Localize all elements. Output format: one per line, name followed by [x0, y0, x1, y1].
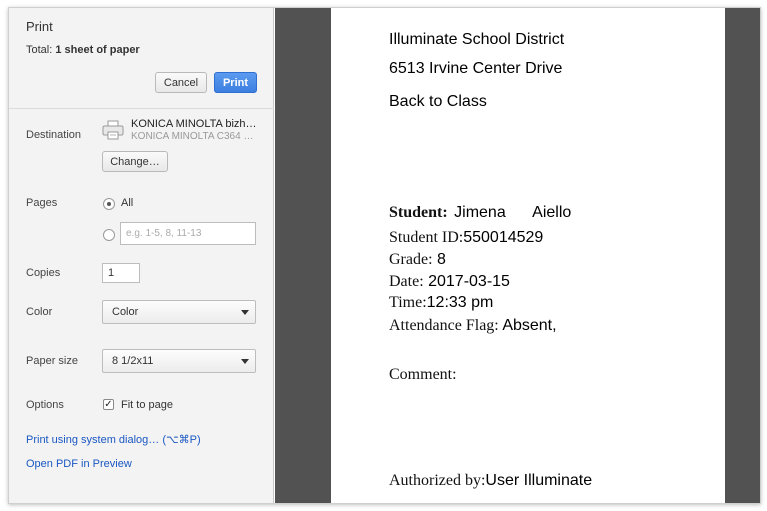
authorized-line: Authorized by:User Illuminate: [389, 472, 592, 490]
copies-input[interactable]: [102, 263, 140, 283]
date-value: 2017-03-15: [428, 273, 510, 290]
total-value: 1 sheet of paper: [55, 44, 140, 56]
student-id-label: Student ID:: [389, 229, 464, 246]
time-value: 12:33 pm: [426, 294, 494, 311]
pages-label: Pages: [26, 197, 58, 209]
date-line: Date: 2017-03-15: [389, 273, 510, 291]
pages-all-radio[interactable]: [103, 198, 115, 210]
attendance-flag-label: Attendance Flag:: [389, 317, 499, 334]
paper-size-select-value: 8 1/2x11: [112, 355, 154, 367]
printer-model: KONICA MINOLTA C364 …: [131, 131, 254, 142]
comment-line: Comment:: [389, 366, 457, 384]
attendance-flag-value: Absent,: [502, 317, 557, 334]
pages-all-label: All: [121, 197, 134, 209]
pages-custom-radio[interactable]: [103, 229, 115, 241]
preview-page: Illuminate School District 6513 Irvine C…: [331, 8, 725, 503]
student-id-value: 550014529: [463, 229, 544, 246]
dialog-title: Print: [26, 19, 53, 34]
chevron-down-icon: [241, 359, 249, 364]
student-label: Student:: [389, 204, 448, 221]
authorized-value: User Illuminate: [485, 472, 593, 489]
printer-name: KONICA MINOLTA bizh…: [131, 118, 257, 130]
print-header: Print Total: 1 sheet of paper Cancel Pri…: [9, 8, 274, 109]
comment-label: Comment:: [389, 366, 457, 383]
grade-line: Grade: 8: [389, 251, 446, 269]
print-preview: Illuminate School District 6513 Irvine C…: [275, 8, 760, 503]
time-label: Time:: [389, 294, 427, 311]
print-dialog-window: Print Total: 1 sheet of paper Cancel Pri…: [8, 7, 761, 504]
authorized-label: Authorized by:: [389, 472, 486, 489]
fit-to-page-label: Fit to page: [121, 399, 173, 411]
color-label: Color: [26, 306, 53, 318]
attendance-flag-line: Attendance Flag: Absent,: [389, 317, 557, 335]
time-line: Time:12:33 pm: [389, 294, 493, 312]
destination-label: Destination: [26, 129, 82, 141]
total-prefix: Total:: [26, 44, 56, 56]
print-settings-panel: Print Total: 1 sheet of paper Cancel Pri…: [9, 8, 274, 503]
cancel-button[interactable]: Cancel: [155, 72, 207, 93]
paper-size-select[interactable]: 8 1/2x11: [102, 349, 256, 373]
color-select-value: Color: [112, 306, 139, 318]
page-range-input[interactable]: [120, 222, 256, 245]
student-id-line: Student ID:550014529: [389, 229, 543, 247]
open-pdf-link[interactable]: Open PDF in Preview: [26, 458, 132, 470]
options-label: Options: [26, 399, 64, 411]
color-select[interactable]: Color: [102, 300, 256, 324]
paper-size-label: Paper size: [26, 355, 78, 367]
system-dialog-link[interactable]: Print using system dialog… (⌥⌘P): [26, 433, 201, 446]
fit-to-page-checkbox[interactable]: ✓: [103, 399, 114, 410]
district-address: 6513 Irvine Center Drive: [389, 60, 563, 77]
student-line: Student: Jimena Aiello: [389, 204, 571, 222]
student-first-name: Jimena: [454, 204, 506, 221]
grade-label: Grade:: [389, 251, 433, 268]
back-to-class-heading: Back to Class: [389, 93, 487, 110]
grade-value: 8: [436, 251, 446, 268]
change-destination-button[interactable]: Change…: [102, 151, 168, 172]
printer-icon: [102, 120, 124, 140]
date-label: Date:: [389, 273, 424, 290]
print-button[interactable]: Print: [214, 72, 257, 93]
district-name: Illuminate School District: [389, 31, 565, 48]
sheet-total: Total: 1 sheet of paper: [26, 44, 140, 56]
student-last-name: Aiello: [532, 204, 572, 221]
copies-label: Copies: [26, 267, 61, 279]
chevron-down-icon: [241, 310, 249, 315]
